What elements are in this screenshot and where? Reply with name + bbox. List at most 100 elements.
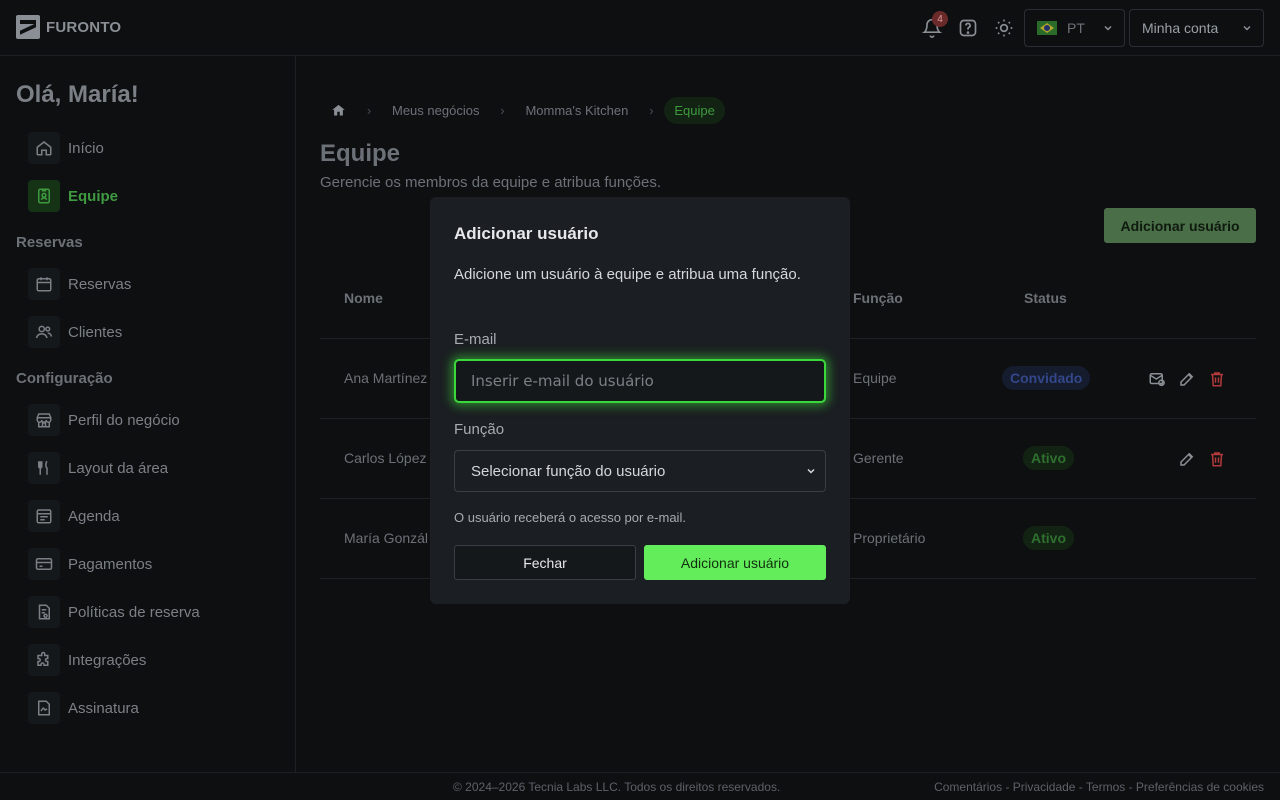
edit-button[interactable] bbox=[1177, 449, 1197, 469]
calendar-icon bbox=[28, 268, 60, 300]
pencil-icon bbox=[1180, 372, 1194, 386]
section-reservas: Reservas bbox=[16, 234, 83, 251]
copyright: © 2024–2026 Tecnia Labs LLC. Todos os di… bbox=[453, 780, 781, 794]
help-icon bbox=[959, 19, 977, 37]
chevron-right-icon: › bbox=[649, 102, 654, 118]
sidebar-item-politicas-de-reserva[interactable]: Políticas de reserva bbox=[28, 596, 200, 628]
breadcrumb: › Meus negócios › Momma's Kitchen › Equi… bbox=[320, 96, 725, 124]
status-badge: Ativo bbox=[1023, 526, 1074, 550]
sun-icon bbox=[995, 19, 1013, 37]
sidebar-item-label: Início bbox=[68, 139, 104, 157]
notifications-count-badge: 4 bbox=[932, 11, 948, 27]
puzzle-icon bbox=[28, 644, 60, 676]
home-icon bbox=[331, 104, 345, 115]
sidebar-item-label: Assinatura bbox=[68, 699, 139, 717]
sidebar-item-label: Layout da área bbox=[68, 459, 169, 477]
sidebar-item-label: Clientes bbox=[68, 323, 123, 341]
row-role: Proprietário bbox=[853, 530, 926, 546]
breadcrumb-item[interactable]: Momma's Kitchen bbox=[515, 103, 638, 118]
sidebar-item-agenda[interactable]: Agenda bbox=[28, 500, 120, 532]
breadcrumb-current: Equipe bbox=[664, 96, 725, 124]
delete-button[interactable] bbox=[1207, 449, 1227, 469]
home-icon bbox=[28, 132, 60, 164]
language-code: PT bbox=[1067, 20, 1085, 36]
row-role: Gerente bbox=[853, 450, 904, 466]
brand-logo[interactable]: FURONTO bbox=[16, 15, 121, 39]
dialog-title: Adicionar usuário bbox=[454, 224, 599, 243]
sidebar-item-inicio[interactable]: Início bbox=[28, 132, 104, 164]
team-badge-icon bbox=[28, 180, 60, 212]
close-button[interactable]: Fechar bbox=[454, 545, 636, 580]
greeting: Olá, María! bbox=[16, 81, 139, 108]
account-label: Minha conta bbox=[1142, 20, 1219, 36]
account-menu-button[interactable]: Minha conta bbox=[1129, 9, 1264, 47]
card-icon bbox=[28, 548, 60, 580]
theme-toggle-button[interactable] bbox=[992, 16, 1016, 40]
add-user-button[interactable]: Adicionar usuário bbox=[1104, 208, 1256, 243]
email-field[interactable] bbox=[454, 359, 826, 403]
role-select-value: Selecionar função do usuário bbox=[471, 462, 666, 480]
sidebar-item-label: Pagamentos bbox=[68, 555, 153, 573]
delete-button[interactable] bbox=[1207, 369, 1227, 389]
add-user-dialog: Adicionar usuário Adicione um usuário à … bbox=[430, 197, 850, 604]
help-button[interactable] bbox=[956, 16, 980, 40]
status-badge: Convidado bbox=[1002, 366, 1091, 390]
role-label: Função bbox=[454, 421, 505, 438]
dialog-description: Adicione um usuário à equipe e atribua u… bbox=[454, 266, 801, 283]
footer-links[interactable]: Comentários - Privacidade - Termos - Pre… bbox=[934, 780, 1264, 794]
sidebar-item-label: Integrações bbox=[68, 651, 147, 669]
sidebar-item-perfil-do-negocio[interactable]: Perfil do negócio bbox=[28, 404, 180, 436]
top-bar: FURONTO 4 PT Minha conta bbox=[0, 0, 1280, 56]
sidebar-item-integracoes[interactable]: Integrações bbox=[28, 644, 146, 676]
sidebar-item-reservas[interactable]: Reservas bbox=[28, 268, 131, 300]
breadcrumb-item[interactable]: Meus negócios bbox=[382, 103, 489, 118]
dialog-hint: O usuário receberá o acesso por e-mail. bbox=[454, 510, 686, 525]
sidebar-item-label: Equipe bbox=[68, 187, 119, 205]
users-icon bbox=[28, 316, 60, 348]
sidebar-item-assinatura[interactable]: Assinatura bbox=[28, 692, 139, 724]
brazil-flag-icon bbox=[1037, 21, 1057, 35]
sidebar-item-label: Agenda bbox=[68, 507, 120, 525]
resend-invite-button[interactable] bbox=[1147, 369, 1167, 389]
page-title: Equipe bbox=[320, 140, 401, 167]
section-configuracao: Configuração bbox=[16, 370, 113, 387]
mail-resend-icon bbox=[1149, 373, 1165, 387]
chevron-right-icon: › bbox=[500, 102, 505, 118]
footer: © 2024–2026 Tecnia Labs LLC. Todos os di… bbox=[0, 772, 1280, 800]
row-role: Equipe bbox=[853, 370, 897, 386]
logo-mark-icon bbox=[16, 15, 40, 39]
signature-icon bbox=[28, 692, 60, 724]
schedule-icon bbox=[28, 500, 60, 532]
email-label: E-mail bbox=[454, 331, 497, 348]
chevron-down-icon bbox=[1104, 25, 1112, 31]
row-name: Carlos López bbox=[344, 450, 427, 466]
utensils-icon bbox=[28, 452, 60, 484]
role-select[interactable]: Selecionar função do usuário bbox=[454, 450, 826, 492]
column-header-status: Status bbox=[1024, 290, 1067, 306]
sidebar-item-pagamentos[interactable]: Pagamentos bbox=[28, 548, 152, 580]
sidebar-item-clientes[interactable]: Clientes bbox=[28, 316, 122, 348]
sidebar: Olá, María! Início Equipe Reservas Reser… bbox=[0, 56, 296, 772]
brand-name: FURONTO bbox=[46, 18, 122, 36]
sidebar-item-label: Reservas bbox=[68, 275, 132, 293]
edit-button[interactable] bbox=[1177, 369, 1197, 389]
policy-icon bbox=[28, 596, 60, 628]
chevron-down-icon bbox=[807, 468, 815, 474]
page-subtitle: Gerencie os membros da equipe e atribua … bbox=[320, 174, 662, 191]
chevron-right-icon: › bbox=[366, 102, 372, 118]
trash-icon bbox=[1211, 452, 1223, 467]
sidebar-item-label: Perfil do negócio bbox=[68, 411, 180, 429]
column-header-role: Função bbox=[853, 290, 903, 306]
trash-icon bbox=[1211, 372, 1223, 387]
sidebar-item-label: Políticas de reserva bbox=[68, 603, 200, 621]
row-name: María Gonzál bbox=[344, 530, 429, 546]
pencil-icon bbox=[1180, 452, 1194, 466]
language-select[interactable]: PT bbox=[1024, 9, 1125, 47]
store-icon bbox=[28, 404, 60, 436]
sidebar-item-layout-da-area[interactable]: Layout da área bbox=[28, 452, 168, 484]
breadcrumb-home[interactable] bbox=[320, 96, 356, 124]
chevron-down-icon bbox=[1243, 25, 1251, 31]
confirm-add-user-button[interactable]: Adicionar usuário bbox=[644, 545, 826, 580]
status-badge: Ativo bbox=[1023, 446, 1074, 470]
sidebar-item-equipe[interactable]: Equipe bbox=[28, 180, 118, 212]
